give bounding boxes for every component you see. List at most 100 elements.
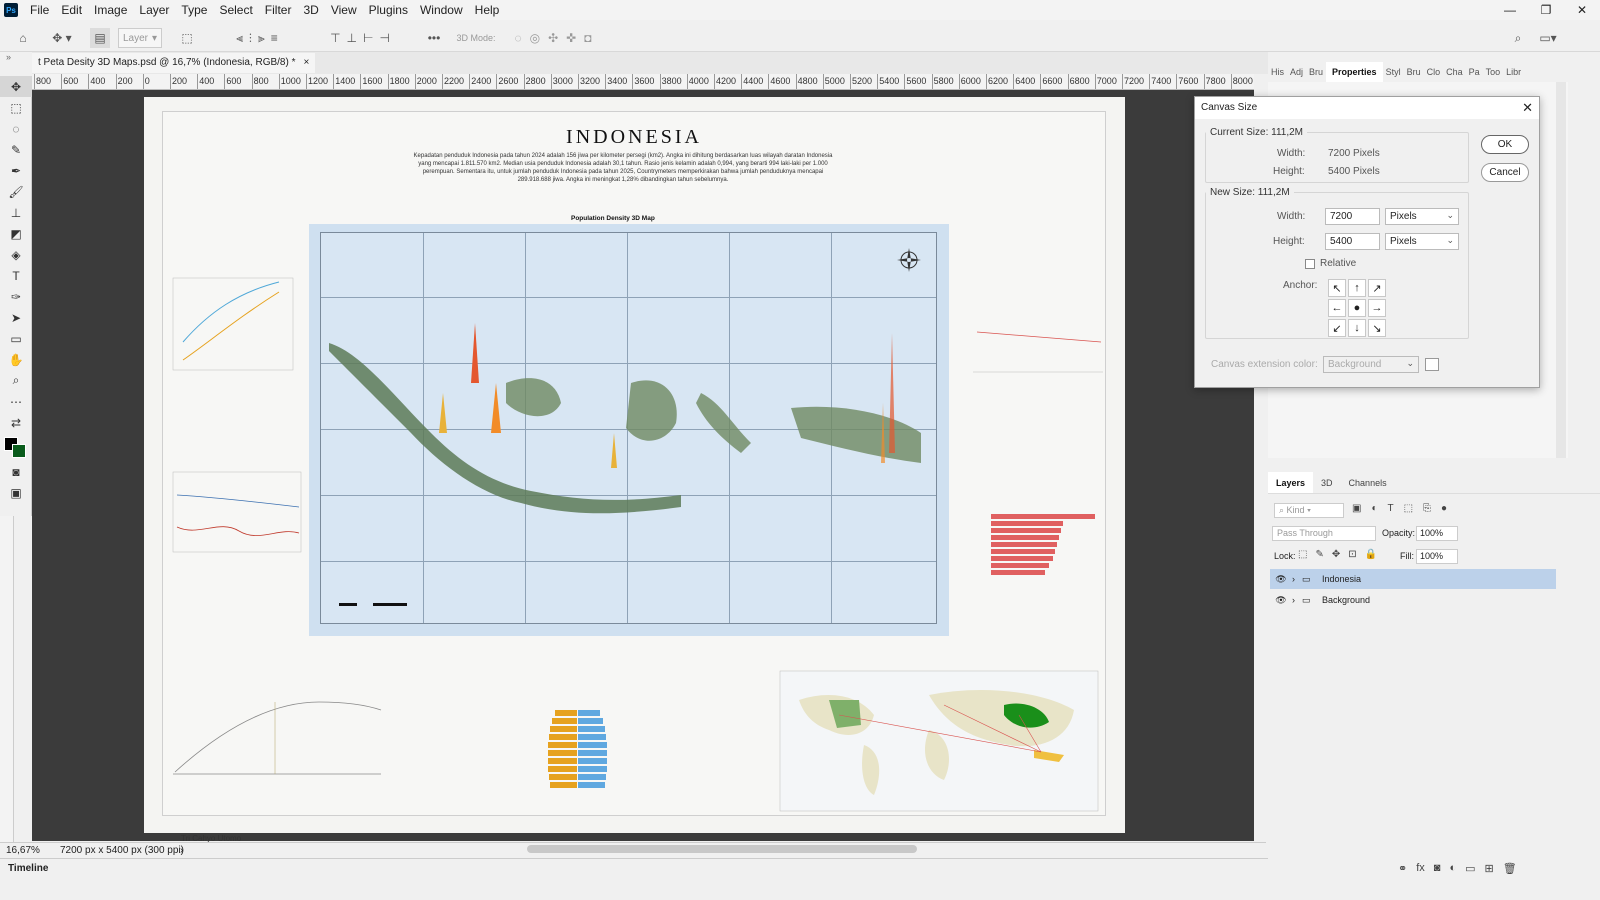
distribute-buttons[interactable]: ⊤⊥⊢⊣ [318,28,408,48]
hand-tool-icon[interactable]: ✋ [0,349,32,370]
tab-3d[interactable]: 3D [1313,472,1341,493]
eye-icon[interactable]: 👁 [1270,595,1292,606]
menu-help[interactable]: Help [469,0,506,20]
menu-edit[interactable]: Edit [55,0,88,20]
cancel-button[interactable]: Cancel [1481,163,1529,182]
move-tool-preset-icon[interactable]: ✥ ▾ [44,28,80,48]
menu-type[interactable]: Type [175,0,213,20]
marquee-tool-icon[interactable]: ⬚ [0,97,32,118]
fx-icon[interactable]: fx [1416,862,1425,875]
menu-window[interactable]: Window [414,0,469,20]
close-window-button[interactable]: ✕ [1564,0,1600,20]
menu-view[interactable]: View [325,0,363,20]
panel-tab-his[interactable]: His [1268,62,1287,82]
anchor-cell[interactable]: ↓ [1348,319,1366,337]
extension-color-swatch[interactable] [1425,358,1439,371]
panel-tab-bru[interactable]: Bru [1404,62,1424,82]
panel-tab-libr[interactable]: Libr [1503,62,1524,82]
menu-plugins[interactable]: Plugins [363,0,414,20]
document-canvas[interactable]: INDONESIA Kepadatan penduduk Indonesia p… [144,97,1125,843]
anchor-cell[interactable]: ↖ [1328,279,1346,297]
width-unit-dropdown[interactable]: Pixels ⌄ [1385,208,1459,225]
quick-mask-icon[interactable]: ◙ [0,461,32,482]
document-tab-close[interactable]: × [304,53,310,73]
swap-colors-icon[interactable]: ⇄ [0,412,32,433]
transform-controls-icon[interactable]: ⬚ [176,28,198,48]
menu-3d[interactable]: 3D [297,0,324,20]
ok-button[interactable]: OK [1481,135,1529,154]
path-select-tool-icon[interactable]: ➤ [0,307,32,328]
adjustment-layer-icon[interactable]: ◐ [1449,862,1456,875]
properties-scrollbar[interactable] [1556,82,1566,458]
document-size[interactable]: 7200 px x 5400 px (300 ppi) [60,843,184,858]
anchor-cell[interactable]: ↘ [1368,319,1386,337]
panel-tab-cha[interactable]: Cha [1443,62,1466,82]
panel-tab-too[interactable]: Too [1483,62,1504,82]
trash-icon[interactable]: 🗑 [1503,862,1517,875]
panel-tab-bru[interactable]: Bru [1306,62,1326,82]
chevron-right-icon[interactable]: › [1292,574,1302,584]
panel-tab-pa[interactable]: Pa [1466,62,1483,82]
edit-toolbar-icon[interactable]: ⋯ [0,391,32,412]
height-input[interactable]: 5400 [1325,233,1380,250]
collapse-toolbar-icon[interactable]: » [6,52,11,62]
anchor-cell[interactable]: ● [1348,299,1366,317]
tab-channels[interactable]: Channels [1341,472,1395,493]
layer-row-background[interactable]: 👁 › ▭ Background [1270,590,1556,610]
document-tab[interactable]: t Peta Desity 3D Maps.psd @ 16,7% (Indon… [32,53,316,73]
anchor-cell[interactable]: ↑ [1348,279,1366,297]
move-tool-icon[interactable]: ✥ [0,76,32,97]
pen-tool-icon[interactable]: ✑ [0,286,32,307]
zoom-level[interactable]: 16,67% [6,843,40,858]
new-group-icon[interactable]: ▭ [1465,862,1475,875]
layer-filter-icons[interactable]: ▣◐T⬚⎘● [1352,503,1457,514]
menu-select[interactable]: Select [213,0,258,20]
align-buttons[interactable]: ⫷⫶⫸≡ [212,28,308,48]
close-icon[interactable]: ✕ [1522,100,1533,116]
maximize-button[interactable]: ❐ [1528,0,1564,20]
timeline-tab[interactable]: Timeline [8,863,48,874]
anchor-cell[interactable]: ↙ [1328,319,1346,337]
eraser-tool-icon[interactable]: ◩ [0,223,32,244]
search-icon[interactable]: ⌕ [1508,28,1528,48]
opacity-field[interactable]: 100% [1416,526,1458,541]
auto-select-icon[interactable]: ▤ [90,28,110,48]
blend-mode-dropdown[interactable]: Pass Through [1272,526,1376,541]
more-options-icon[interactable]: ••• [424,28,444,48]
background-color-swatch[interactable] [12,444,26,458]
layer-select-dropdown[interactable]: Layer ▾ [118,28,162,48]
lock-icons[interactable]: ⬚✎✥⊡🔒 [1298,549,1385,560]
brush-tool-icon[interactable]: 🖌 [0,181,32,202]
status-arrow-icon[interactable]: › [180,843,183,858]
eye-icon[interactable]: 👁 [1270,574,1292,585]
panel-tab-properties[interactable]: Properties [1326,62,1383,82]
panel-tab-clo[interactable]: Clo [1424,62,1444,82]
tab-layers[interactable]: Layers [1268,472,1314,493]
menu-layer[interactable]: Layer [133,0,175,20]
rectangle-tool-icon[interactable]: ▭ [0,328,32,349]
chevron-right-icon[interactable]: › [1292,595,1302,605]
bucket-tool-icon[interactable]: ◈ [0,244,32,265]
width-input[interactable]: 7200 [1325,208,1380,225]
lasso-tool-icon[interactable]: ◌ [0,118,32,139]
panel-tab-styl[interactable]: Styl [1383,62,1404,82]
zoom-tool-icon[interactable]: ⌕ [0,370,32,391]
screen-mode-icon[interactable]: ▣ [0,482,32,503]
link-layers-icon[interactable]: ⚭ [1398,862,1407,875]
anchor-cell[interactable]: ↗ [1368,279,1386,297]
mask-icon[interactable]: ◙ [1434,862,1441,875]
anchor-cell[interactable]: ← [1328,299,1346,317]
horizontal-scrollbar-thumb[interactable] [527,845,917,853]
quick-select-tool-icon[interactable]: ✎ [0,139,32,160]
relative-checkbox[interactable] [1305,259,1315,269]
home-icon[interactable]: ⌂ [12,28,34,48]
menu-image[interactable]: Image [88,0,133,20]
layer-filter-dropdown[interactable]: ⌕ Kind ▾ [1274,503,1344,518]
eyedropper-tool-icon[interactable]: ✒ [0,160,32,181]
type-tool-icon[interactable]: T [0,265,32,286]
minimize-button[interactable]: — [1492,0,1528,20]
3d-mode-icons[interactable]: ◌◎✣✜◘ [504,28,610,48]
new-layer-icon[interactable]: ⊞ [1485,862,1494,875]
color-swatches[interactable] [0,433,32,461]
panel-tab-adj[interactable]: Adj [1287,62,1306,82]
